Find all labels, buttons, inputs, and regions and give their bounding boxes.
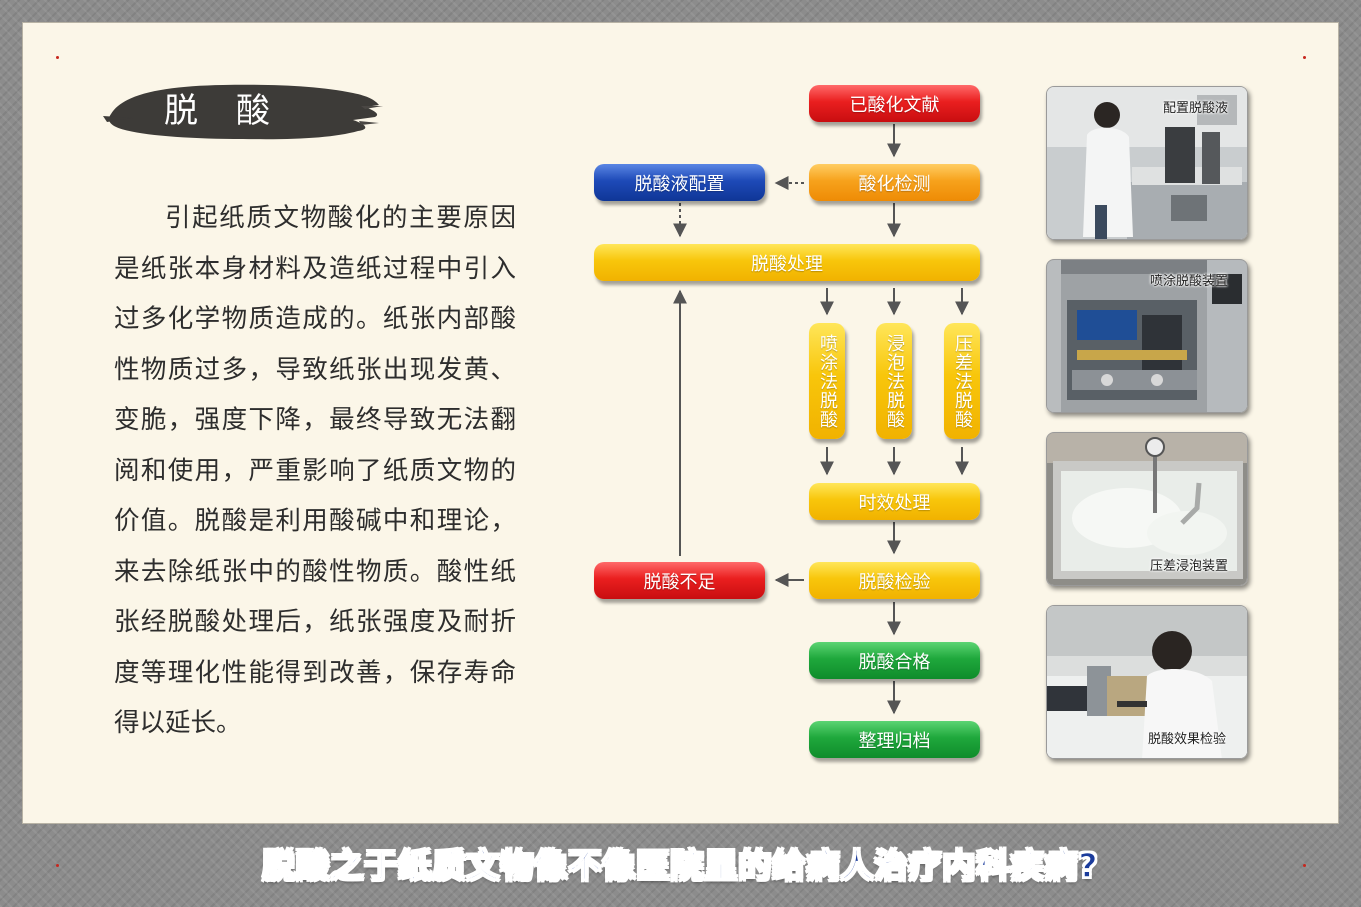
- flow-box-spray-method: 喷涂法脱酸: [809, 323, 845, 439]
- flow-box-deacidification-process: 脱酸处理: [594, 244, 980, 281]
- flow-box-pressure-method: 压差法脱酸: [944, 323, 980, 439]
- flow-box-aging-treatment: 时效处理: [809, 483, 980, 520]
- photo-caption: 喷涂脱酸装置: [1150, 274, 1229, 289]
- photo-solution-preparation: 配置脱酸液: [1046, 86, 1248, 240]
- flow-box-immersion-method: 浸泡法脱酸: [876, 323, 912, 439]
- photo-caption: 配置脱酸液: [1163, 101, 1229, 116]
- flow-box-acidified-documents: 已酸化文献: [809, 85, 980, 122]
- flow-box-qualified: 脱酸合格: [809, 642, 980, 679]
- photo-caption: 压差浸泡装置: [1150, 559, 1229, 574]
- flow-box-deacidification-inspection: 脱酸检验: [809, 562, 980, 599]
- photo-spray-equipment: 喷涂脱酸装置: [1046, 259, 1248, 413]
- photo-deacidification-inspection: 脱酸效果检验: [1046, 605, 1248, 759]
- photo-caption: 脱酸效果检验: [1148, 732, 1227, 747]
- flow-box-archive: 整理归档: [809, 721, 980, 758]
- photo-pressure-immersion-tank: 压差浸泡装置: [1046, 432, 1248, 586]
- bottom-banner-question: 脱酸之于纸质文物像不像医院里的给病人治疗内科疾病?: [262, 845, 1099, 886]
- flow-box-insufficient: 脱酸不足: [594, 562, 765, 599]
- flow-box-solution-preparation: 脱酸液配置: [594, 164, 765, 201]
- flow-box-acid-test: 酸化检测: [809, 164, 980, 201]
